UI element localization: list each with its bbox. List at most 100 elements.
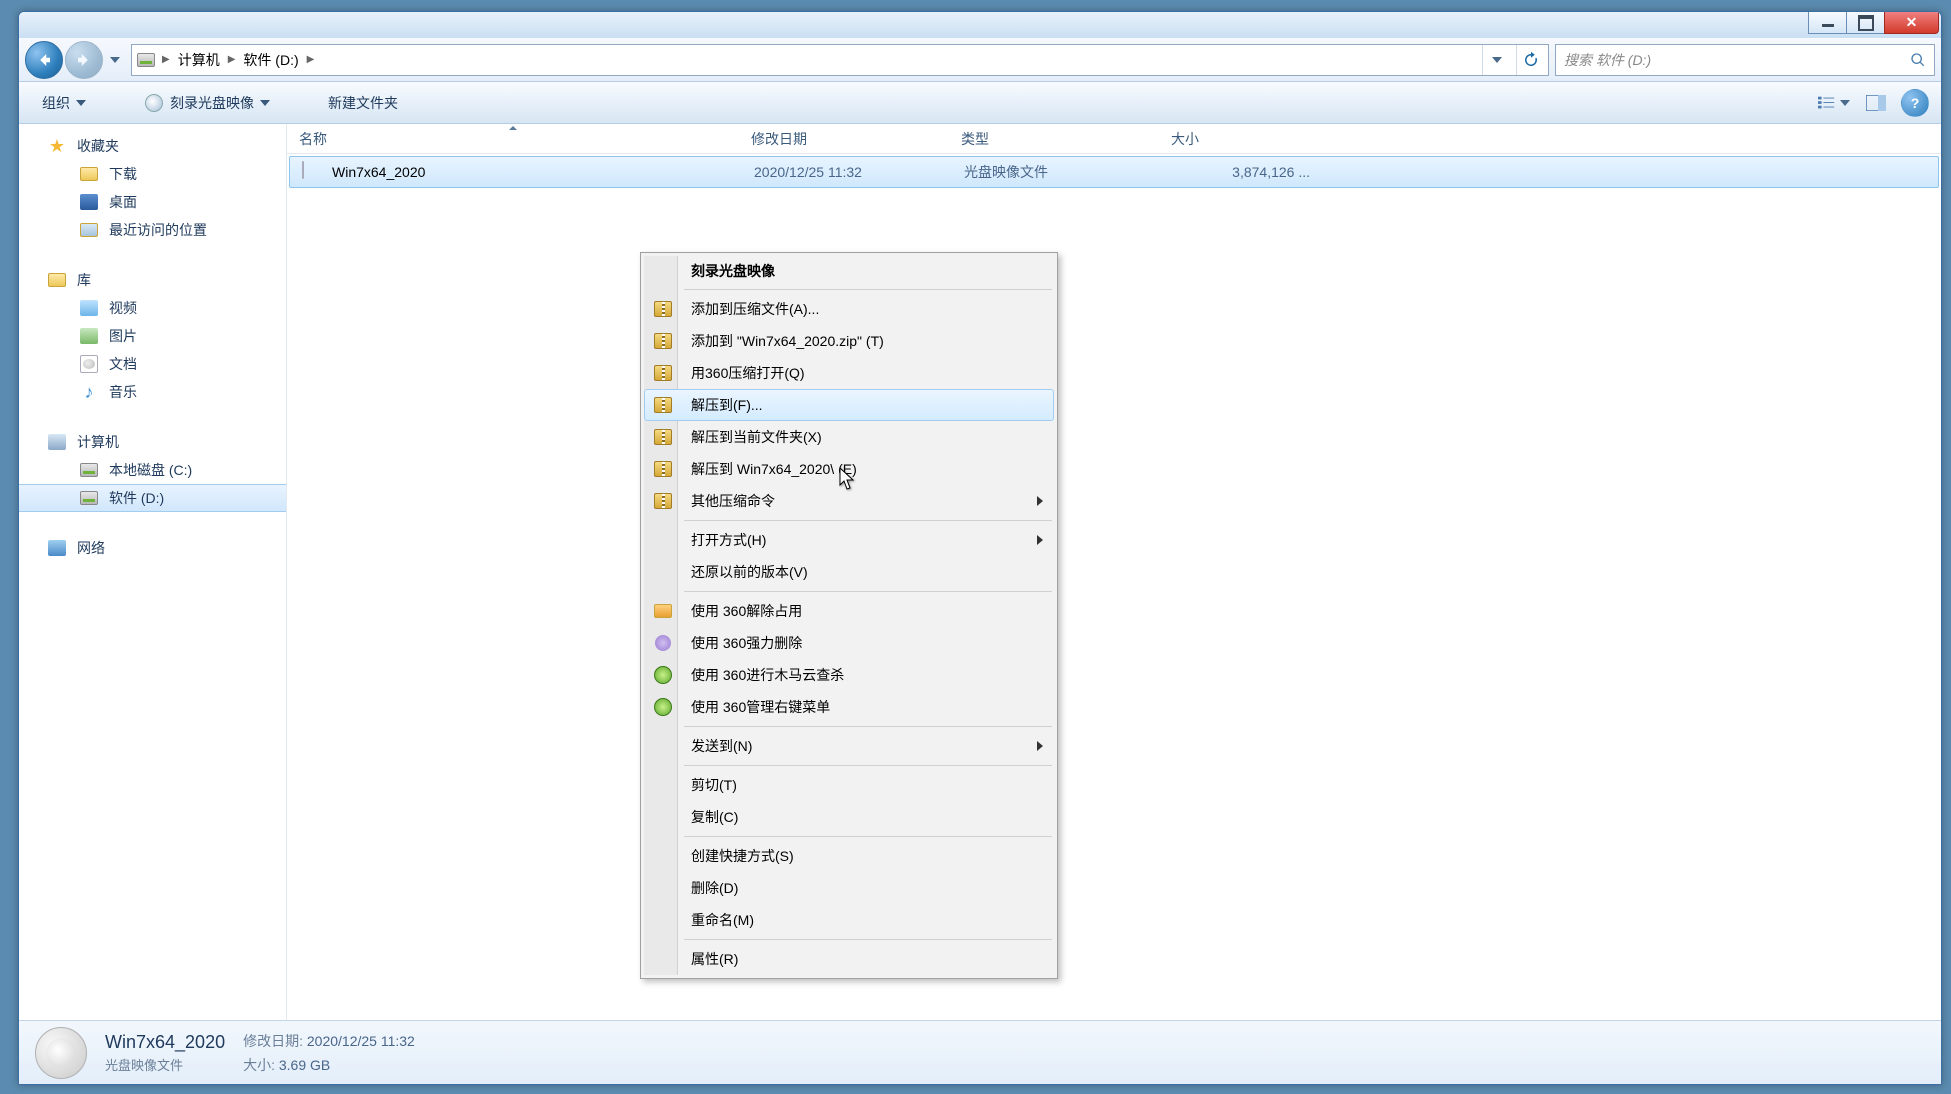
file-date: 2020/12/25 11:32 [742, 164, 952, 180]
ctx-create-shortcut[interactable]: 创建快捷方式(S) [644, 840, 1054, 872]
drive-icon [79, 488, 99, 508]
video-icon [79, 298, 99, 318]
ctx-extract-here[interactable]: 解压到当前文件夹(X) [644, 421, 1054, 453]
preview-pane-icon [1866, 95, 1886, 111]
folder-icon [79, 164, 99, 184]
file-size: 3,874,126 ... [1162, 164, 1322, 180]
ctx-360-menu[interactable]: 使用 360管理右键菜单 [644, 691, 1054, 723]
ctx-cut[interactable]: 剪切(T) [644, 769, 1054, 801]
ctx-other-compress[interactable]: 其他压缩命令 [644, 485, 1054, 517]
sidebar-music[interactable]: ♪音乐 [19, 378, 286, 406]
submenu-arrow-icon [1037, 496, 1043, 506]
search-icon [1910, 52, 1926, 68]
sidebar-cdrive[interactable]: 本地磁盘 (C:) [19, 456, 286, 484]
maximize-button[interactable] [1846, 12, 1885, 34]
new-folder-button[interactable]: 新建文件夹 [317, 86, 409, 120]
music-icon: ♪ [79, 382, 99, 402]
file-row[interactable]: Win7x64_2020 2020/12/25 11:32 光盘映像文件 3,8… [289, 156, 1939, 188]
sidebar-network-header[interactable]: 网络 [19, 534, 286, 562]
sidebar-videos[interactable]: 视频 [19, 294, 286, 322]
ctx-send-to[interactable]: 发送到(N) [644, 730, 1054, 762]
document-icon [79, 354, 99, 374]
ctx-copy[interactable]: 复制(C) [644, 801, 1054, 833]
search-input[interactable]: 搜索 软件 (D:) [1555, 44, 1935, 76]
list-view-icon [1818, 95, 1836, 111]
archive-icon [653, 395, 673, 415]
submenu-arrow-icon [1037, 535, 1043, 545]
column-name[interactable]: 名称 [287, 124, 739, 153]
details-type: 光盘映像文件 [105, 1055, 225, 1074]
forward-button [65, 41, 103, 79]
sidebar-favorites-header[interactable]: ★收藏夹 [19, 132, 286, 160]
ctx-rename[interactable]: 重命名(M) [644, 904, 1054, 936]
ctx-360-force-delete[interactable]: 使用 360强力删除 [644, 627, 1054, 659]
ctx-delete[interactable]: 删除(D) [644, 872, 1054, 904]
preview-pane-button[interactable] [1859, 89, 1893, 117]
view-options-button[interactable] [1817, 89, 1851, 117]
ctx-extract-to[interactable]: 解压到(F)... [644, 389, 1054, 421]
column-size[interactable]: 大小 [1159, 124, 1319, 153]
ctx-restore-previous[interactable]: 还原以前的版本(V) [644, 556, 1054, 588]
desktop-icon [79, 192, 99, 212]
organize-button[interactable]: 组织 [31, 86, 97, 120]
chevron-down-icon [1840, 100, 1850, 106]
breadcrumb-separator[interactable]: ▶ [307, 54, 315, 65]
ctx-add-to-zip[interactable]: 添加到 "Win7x64_2020.zip" (T) [644, 325, 1054, 357]
explorer-window: ▶ 计算机 ▶ 软件 (D:) ▶ 搜索 软件 (D:) 组织 刻录光盘映像 新… [18, 11, 1942, 1085]
file-name: Win7x64_2020 [332, 164, 425, 180]
ctx-open-360zip[interactable]: 用360压缩打开(Q) [644, 357, 1054, 389]
archive-icon [653, 331, 673, 351]
nav-bar: ▶ 计算机 ▶ 软件 (D:) ▶ 搜索 软件 (D:) [19, 38, 1941, 82]
close-button[interactable] [1884, 12, 1939, 34]
archive-icon [653, 299, 673, 319]
address-bar[interactable]: ▶ 计算机 ▶ 软件 (D:) ▶ [131, 44, 1549, 76]
breadcrumb-computer[interactable]: 计算机 [176, 46, 222, 74]
navigation-pane: ★收藏夹 下载 桌面 最近访问的位置 库 视频 图片 文档 ♪音乐 计算机 本地… [19, 124, 287, 1020]
back-button[interactable] [25, 41, 63, 79]
sidebar-recent[interactable]: 最近访问的位置 [19, 216, 286, 244]
column-type[interactable]: 类型 [949, 124, 1159, 153]
ctx-add-to-archive[interactable]: 添加到压缩文件(A)... [644, 293, 1054, 325]
ctx-burn-image[interactable]: 刻录光盘映像 [644, 256, 1054, 286]
breadcrumb-drive[interactable]: 软件 (D:) [241, 46, 300, 74]
nav-history-dropdown[interactable] [105, 48, 125, 72]
unlock-icon [653, 601, 673, 621]
chevron-down-icon [1492, 57, 1502, 63]
ctx-open-with[interactable]: 打开方式(H) [644, 524, 1054, 556]
chevron-down-icon [110, 57, 120, 63]
sidebar-desktop[interactable]: 桌面 [19, 188, 286, 216]
address-dropdown[interactable] [1482, 45, 1510, 75]
file-list[interactable]: Win7x64_2020 2020/12/25 11:32 光盘映像文件 3,8… [287, 154, 1941, 1020]
sidebar-ddrive[interactable]: 软件 (D:) [19, 484, 286, 512]
delete-icon [653, 633, 673, 653]
sidebar-downloads[interactable]: 下载 [19, 160, 286, 188]
network-icon [47, 538, 67, 558]
details-title: Win7x64_2020 [105, 1032, 225, 1053]
disc-icon [144, 93, 164, 113]
column-date[interactable]: 修改日期 [739, 124, 949, 153]
sidebar-documents[interactable]: 文档 [19, 350, 286, 378]
ctx-extract-to-folder[interactable]: 解压到 Win7x64_2020\ (E) [644, 453, 1054, 485]
toolbar: 组织 刻录光盘映像 新建文件夹 ? [19, 82, 1941, 124]
sidebar-computer-header[interactable]: 计算机 [19, 428, 286, 456]
breadcrumb-separator[interactable]: ▶ [228, 54, 236, 65]
help-button[interactable]: ? [1901, 89, 1929, 117]
arrow-left-icon [35, 51, 53, 69]
refresh-button[interactable] [1516, 45, 1544, 75]
column-headers: 名称 修改日期 类型 大小 [287, 124, 1941, 154]
scan-icon [653, 665, 673, 685]
breadcrumb-separator[interactable]: ▶ [162, 54, 170, 65]
ctx-properties[interactable]: 属性(R) [644, 943, 1054, 975]
sidebar-libraries-header[interactable]: 库 [19, 266, 286, 294]
minimize-button[interactable] [1808, 12, 1847, 34]
disc-thumbnail-icon [35, 1027, 87, 1079]
ctx-360-unlock[interactable]: 使用 360解除占用 [644, 595, 1054, 627]
burn-image-button[interactable]: 刻录光盘映像 [133, 86, 281, 120]
archive-icon [653, 363, 673, 383]
content-area: 名称 修改日期 类型 大小 Win7x64_2020 2020/12/25 11… [287, 124, 1941, 1020]
search-placeholder: 搜索 软件 (D:) [1564, 50, 1651, 70]
sidebar-pictures[interactable]: 图片 [19, 322, 286, 350]
library-icon [47, 270, 67, 290]
ctx-360-scan[interactable]: 使用 360进行木马云查杀 [644, 659, 1054, 691]
drive-icon [136, 50, 156, 70]
